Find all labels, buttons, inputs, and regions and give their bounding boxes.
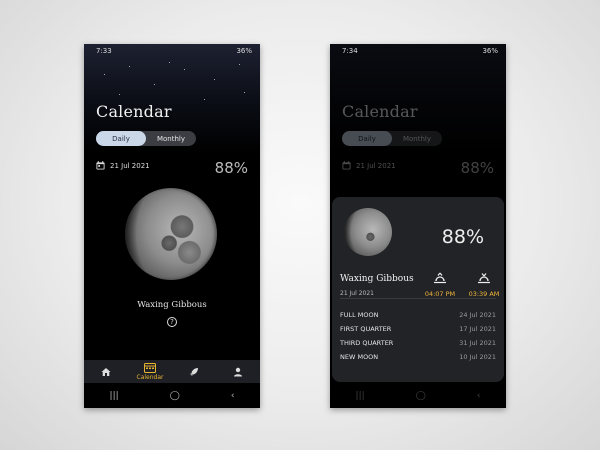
- status-bar: 7:34 36%: [330, 44, 506, 58]
- phone-daily-screen: 7:33 36% Calendar Daily Monthly 21 Jul 2…: [84, 44, 260, 408]
- calendar-icon: [342, 161, 351, 170]
- home-icon: [101, 367, 111, 376]
- illumination-percent: 88%: [214, 159, 248, 177]
- rocket-icon: [190, 367, 198, 376]
- sheet-illumination-percent: 88%: [441, 226, 484, 248]
- help-icon[interactable]: ?: [167, 317, 177, 327]
- sheet-phase-name: Waxing Gibbous: [340, 274, 414, 284]
- moon-shadow: [125, 188, 217, 280]
- upcoming-phase-row: FIRST QUARTER 17 Jul 2021: [340, 323, 496, 335]
- phase-row-date: 31 Jul 2021: [459, 339, 496, 347]
- illumination-percent: 88%: [460, 159, 494, 177]
- toggle-daily[interactable]: Daily: [342, 131, 392, 146]
- phase-row-name: FULL MOON: [340, 311, 379, 319]
- back-button[interactable]: ‹: [477, 391, 481, 401]
- moonset: 03:39 AM: [466, 269, 502, 298]
- date-row[interactable]: 21 Jul 2021: [96, 161, 150, 170]
- moonrise-icon: [434, 272, 446, 284]
- calendar-icon: [96, 161, 105, 170]
- status-bar: 7:33 36%: [84, 44, 260, 58]
- phase-row-name: THIRD QUARTER: [340, 339, 394, 347]
- nav-profile[interactable]: [216, 360, 260, 383]
- selected-date: 21 Jul 2021: [110, 161, 150, 170]
- phase-row-date: 17 Jul 2021: [459, 325, 496, 333]
- person-icon: [234, 367, 242, 376]
- phase-row-name: FIRST QUARTER: [340, 325, 392, 333]
- page-title: Calendar: [342, 102, 418, 121]
- date-row[interactable]: 21 Jul 2021: [342, 161, 396, 170]
- moonset-time: 03:39 AM: [468, 290, 500, 298]
- moon-shadow: [344, 208, 392, 256]
- phase-row-date: 24 Jul 2021: [459, 311, 496, 319]
- sheet-divider: [340, 298, 496, 299]
- upcoming-phase-row: NEW MOON 10 Jul 2021: [340, 351, 496, 363]
- toggle-monthly[interactable]: Monthly: [146, 131, 196, 146]
- status-time: 7:34: [342, 47, 358, 55]
- upcoming-phase-row: THIRD QUARTER 31 Jul 2021: [340, 337, 496, 349]
- status-battery: 36%: [482, 47, 498, 55]
- toggle-daily[interactable]: Daily: [96, 131, 146, 146]
- sheet-date: 21 Jul 2021: [340, 290, 374, 297]
- phone-detail-screen: 7:34 36% Calendar Daily Monthly 21 Jul 2…: [330, 44, 506, 408]
- recent-apps-button[interactable]: |||: [356, 391, 365, 401]
- page-title: Calendar: [96, 102, 172, 121]
- toggle-monthly[interactable]: Monthly: [392, 131, 442, 146]
- view-toggle: Daily Monthly: [342, 131, 442, 146]
- nav-home[interactable]: [84, 360, 128, 383]
- view-toggle: Daily Monthly: [96, 131, 196, 146]
- home-button[interactable]: ◯: [170, 391, 180, 401]
- nav-calendar-label: Calendar: [136, 373, 164, 381]
- status-battery: 36%: [236, 47, 252, 55]
- selected-date: 21 Jul 2021: [356, 161, 396, 170]
- status-time: 7:33: [96, 47, 112, 55]
- nav-rocket[interactable]: [172, 360, 216, 383]
- bottom-nav: Calendar: [84, 360, 260, 383]
- moonrise: 04:07 PM: [422, 269, 458, 298]
- nav-calendar[interactable]: Calendar: [128, 360, 172, 383]
- system-nav-bar: ||| ◯ ‹: [84, 383, 260, 408]
- moon-detail-sheet: 88% Waxing Gibbous 21 Jul 2021 04:07 PM …: [332, 197, 504, 382]
- moonrise-time: 04:07 PM: [424, 290, 456, 298]
- upcoming-phase-row: FULL MOON 24 Jul 2021: [340, 309, 496, 321]
- recent-apps-button[interactable]: |||: [110, 391, 119, 401]
- home-button[interactable]: ◯: [416, 391, 426, 401]
- moon-phase-name: Waxing Gibbous: [137, 300, 207, 310]
- calendar-icon: [144, 362, 156, 373]
- back-button[interactable]: ‹: [231, 391, 235, 401]
- phase-row-name: NEW MOON: [340, 353, 379, 361]
- phase-row-date: 10 Jul 2021: [459, 353, 496, 361]
- system-nav-bar: ||| ◯ ‹: [330, 383, 506, 408]
- moonset-icon: [478, 273, 490, 284]
